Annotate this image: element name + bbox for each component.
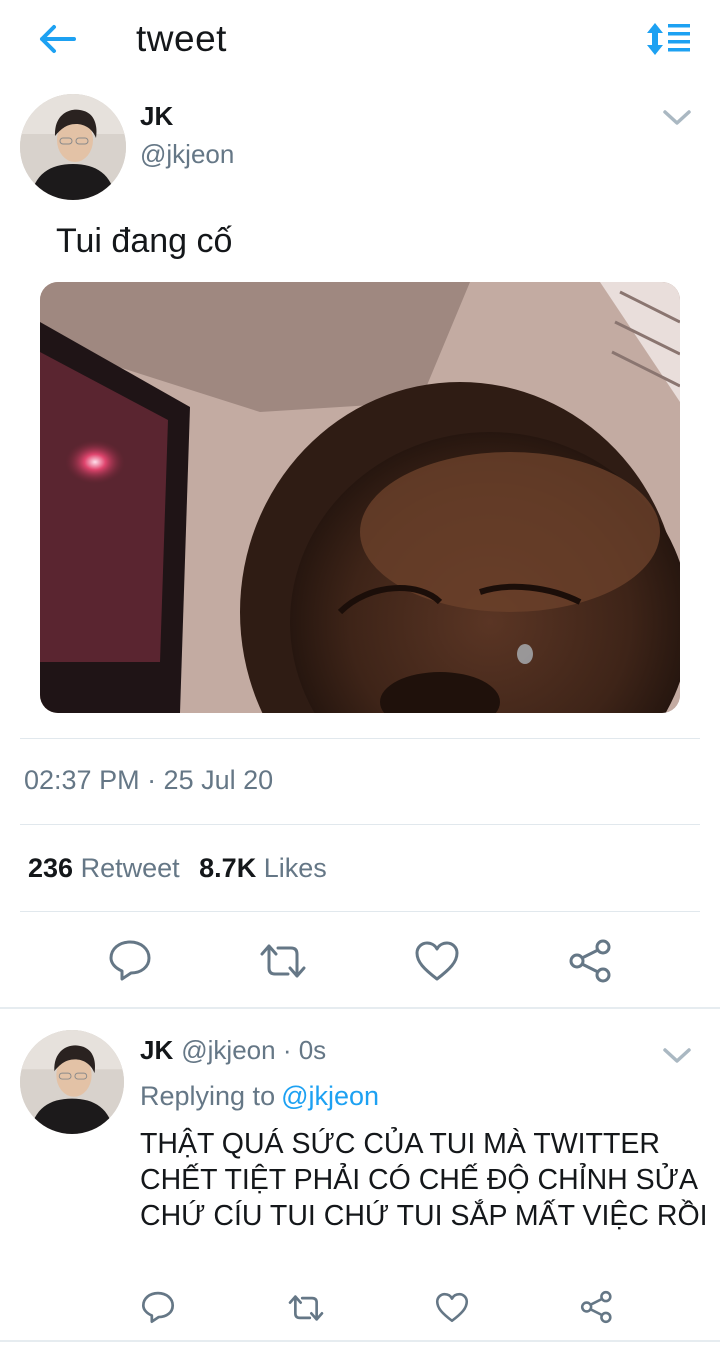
back-button[interactable] (34, 18, 82, 60)
retweet-icon (260, 944, 306, 978)
tweet-stats: 236 Retweet 8.7K Likes (28, 853, 339, 884)
tweet-menu-button[interactable] (660, 106, 694, 128)
retweet-stat[interactable]: 236 Retweet (28, 853, 186, 883)
sort-list-icon (647, 23, 690, 55)
retweet-button[interactable] (258, 940, 308, 982)
retweet-icon (288, 1295, 324, 1321)
reply-text: THẬT QUÁ SỨC CỦA TUI MÀ TWITTER CHẾT TIỆ… (140, 1128, 708, 1232)
page-title: tweet (136, 18, 227, 59)
replying-mention-link[interactable]: @jkjeon (281, 1081, 379, 1111)
like-count: 8.7K (199, 853, 257, 883)
section-divider (0, 1007, 720, 1009)
section-divider (0, 1340, 720, 1342)
like-icon (435, 1292, 469, 1323)
share-icon (580, 1290, 612, 1324)
reply-author-avatar[interactable] (20, 1030, 124, 1134)
reply-author-name[interactable]: JK (140, 1035, 173, 1065)
reply-icon (109, 940, 151, 981)
reply-like-button[interactable] (435, 1292, 469, 1323)
share-button[interactable] (568, 938, 614, 984)
replying-label: Replying to (140, 1081, 276, 1111)
like-stat[interactable]: 8.7K Likes (199, 853, 333, 883)
reply-button[interactable] (108, 938, 152, 982)
divider (20, 824, 700, 825)
like-icon (415, 941, 459, 981)
retweet-count: 236 (28, 853, 74, 883)
tweet-timestamp: 02:37 PM · 25 Jul 20 (24, 765, 274, 795)
tweet-text: Tui đang cố (56, 222, 233, 260)
reply-retweet-button[interactable] (287, 1292, 325, 1324)
like-label: Likes (263, 853, 327, 883)
reply-author-handle[interactable]: @jkjeon (181, 1035, 275, 1065)
author-handle[interactable]: @jkjeon (140, 139, 234, 170)
chevron-down-icon (663, 110, 691, 125)
reply-header: JK @jkjeon · 0s (140, 1035, 326, 1066)
arrow-left-icon (40, 25, 76, 53)
like-button[interactable] (414, 940, 460, 982)
share-icon (569, 939, 611, 983)
author-name[interactable]: JK (140, 101, 173, 132)
reply-icon (141, 1291, 175, 1324)
top-bar: tweet (0, 0, 720, 82)
divider (20, 738, 700, 739)
tweet-media-image[interactable] (40, 282, 680, 713)
chevron-down-icon (663, 1048, 691, 1063)
reply-time: · 0s (282, 1035, 327, 1065)
reply-reply-button[interactable] (141, 1290, 175, 1324)
divider (20, 911, 700, 912)
reply-menu-button[interactable] (660, 1044, 694, 1066)
reply-share-button[interactable] (580, 1290, 614, 1324)
retweet-label: Retweet (80, 853, 180, 883)
replying-to: Replying to @jkjeon (140, 1081, 379, 1112)
author-avatar[interactable] (20, 94, 126, 200)
sort-button[interactable] (646, 20, 692, 58)
